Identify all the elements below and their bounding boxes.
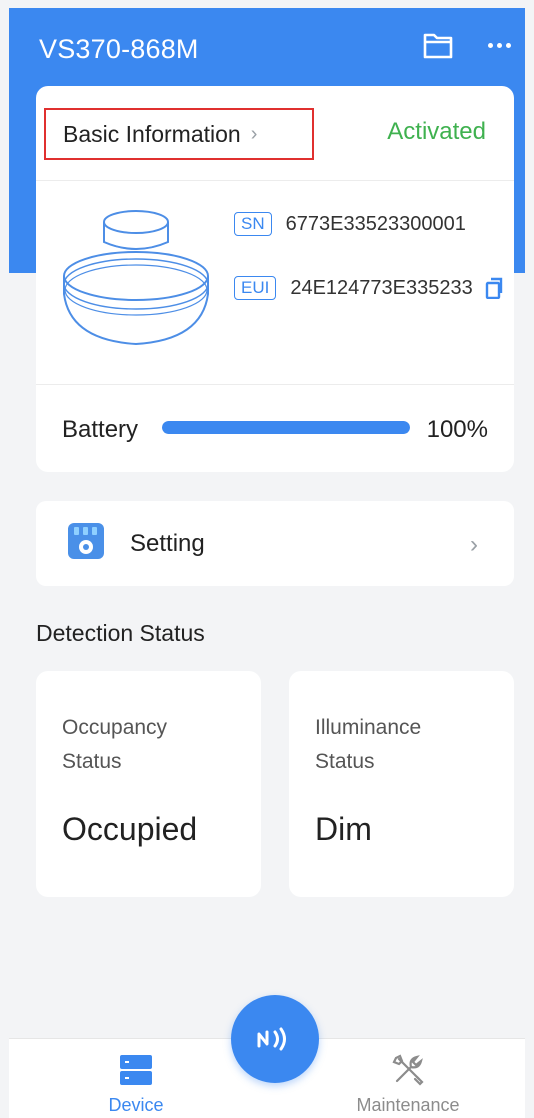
status-value: Dim (315, 811, 372, 847)
status-label: Occupancy Status (62, 716, 168, 773)
folder-icon[interactable] (421, 28, 455, 62)
sn-value: 6773E33523300001 (285, 212, 466, 235)
nav-item-maintenance[interactable]: Maintenance (348, 1053, 468, 1116)
battery-bar-fill (162, 421, 410, 434)
nav-item-device[interactable]: Device (76, 1053, 196, 1116)
eui-value: 24E124773E335233 (290, 276, 473, 299)
divider (36, 384, 514, 385)
battery-label: Battery (62, 416, 139, 443)
eui-row: EUI 24E124773E335233 (234, 276, 503, 300)
setting-icon (66, 521, 106, 566)
battery-percentage: 100% (426, 416, 488, 443)
device-image (60, 204, 212, 354)
device-name-title: VS370-868M (39, 34, 199, 64)
device-icon (120, 1055, 152, 1085)
basic-information-link[interactable]: Basic Information › (44, 108, 314, 160)
nav-label-maintenance: Maintenance (356, 1095, 460, 1115)
sn-tag: SN (234, 212, 272, 236)
tools-icon (392, 1054, 424, 1086)
setting-row[interactable]: Setting › (36, 501, 514, 586)
nav-label-device: Device (108, 1095, 164, 1115)
illuminance-status-card: Illuminance Status Dim (289, 671, 514, 897)
device-info-card: Basic Information › Activated SN 6773E33… (36, 86, 514, 472)
status-label: Illuminance Status (315, 716, 422, 773)
status-value: Occupied (62, 811, 198, 847)
activation-status: Activated (387, 118, 486, 145)
more-options-icon[interactable] (483, 28, 515, 62)
detection-status-title: Detection Status (36, 620, 205, 646)
chevron-right-icon: › (250, 122, 258, 145)
app-screen: VS370-868M Basic Information › Activated (9, 8, 525, 1118)
setting-label: Setting (130, 529, 205, 557)
basic-information-label: Basic Information (63, 120, 241, 147)
eui-tag: EUI (234, 276, 277, 300)
sn-row: SN 6773E33523300001 (234, 212, 466, 236)
copy-icon[interactable] (485, 277, 503, 299)
nfc-icon (257, 1027, 286, 1051)
battery-bar (162, 421, 410, 434)
divider (36, 180, 514, 181)
nfc-scan-button[interactable] (231, 995, 319, 1083)
occupancy-status-card: Occupancy Status Occupied (36, 671, 261, 897)
chevron-right-icon: › (470, 531, 478, 558)
